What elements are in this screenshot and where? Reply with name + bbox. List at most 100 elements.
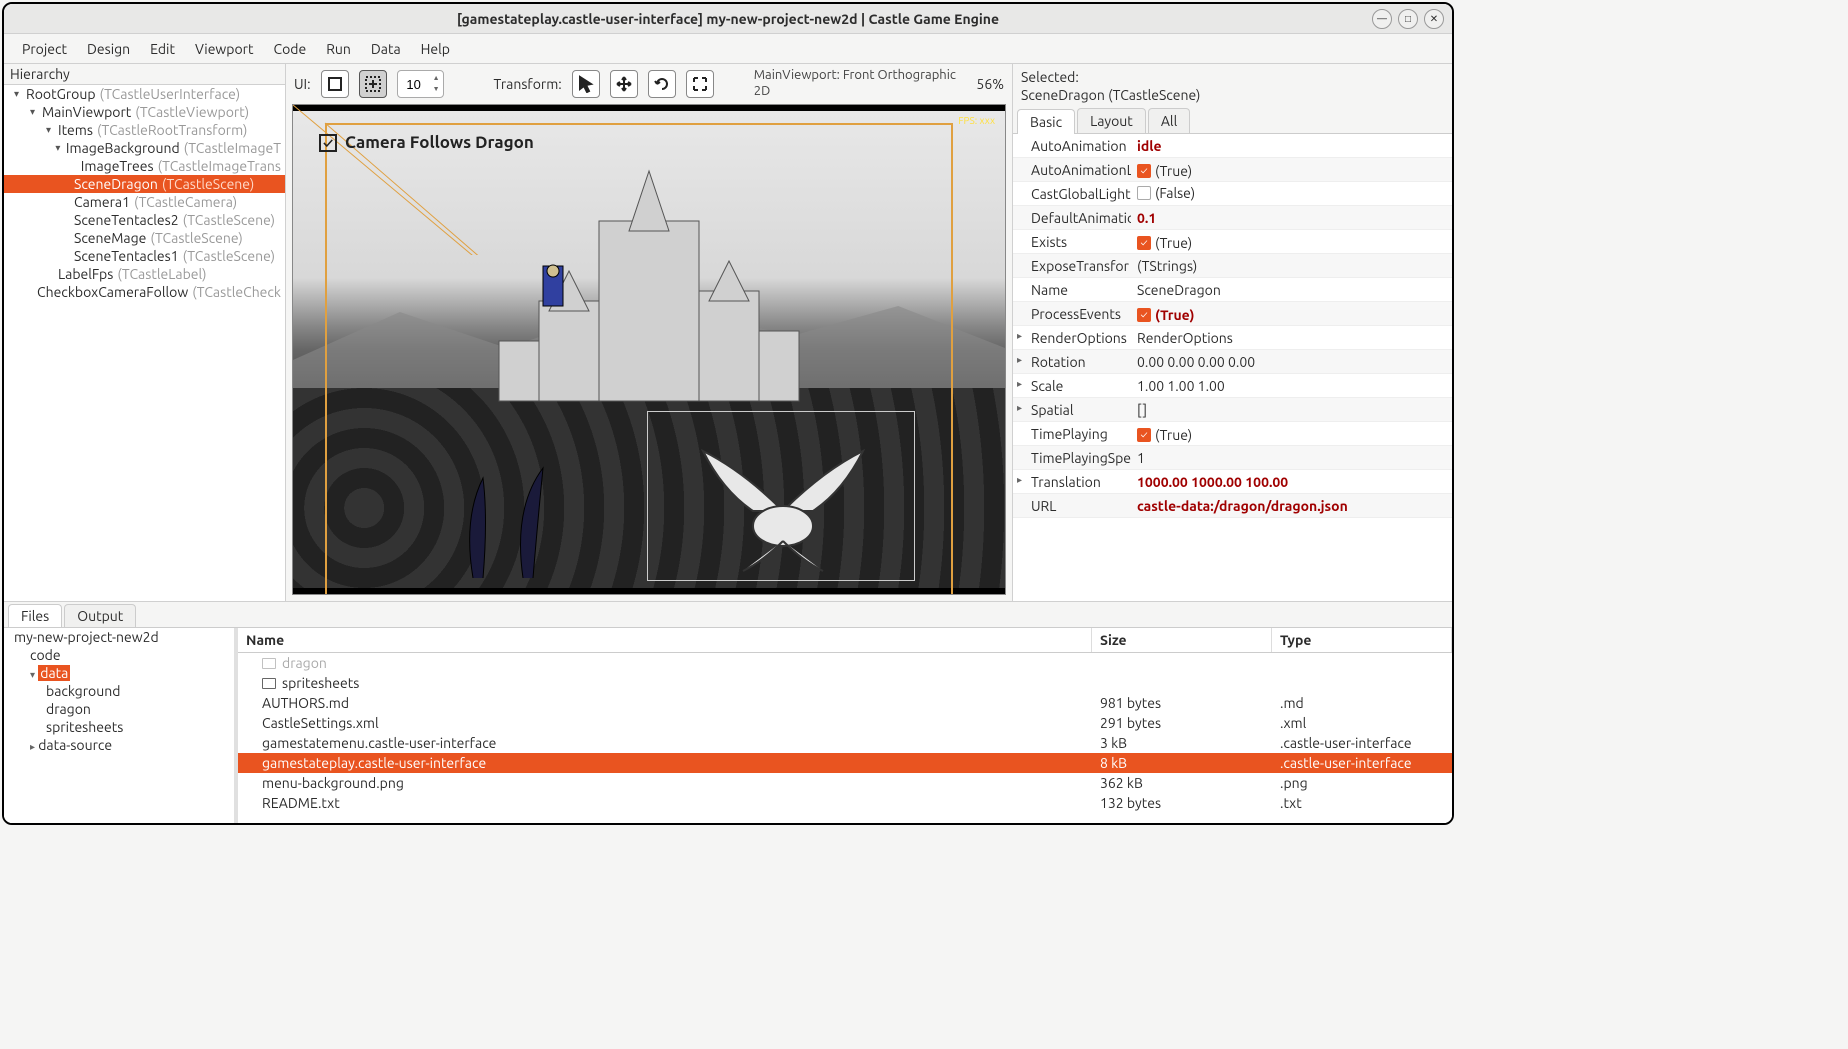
prop-exposetransfor[interactable]: ExposeTransfor(TStrings)	[1013, 254, 1452, 278]
fps-label: FPS: xxx	[958, 115, 995, 126]
col-type[interactable]: Type	[1272, 628, 1452, 652]
prop-autoanimation[interactable]: AutoAnimationidle	[1013, 134, 1452, 158]
menu-viewport[interactable]: Viewport	[185, 37, 264, 61]
hierarchy-panel: Hierarchy ▾RootGroup(TCastleUserInterfac…	[4, 64, 286, 601]
menu-code[interactable]: Code	[264, 37, 317, 61]
prop-autoanimationl[interactable]: AutoAnimationL✓ (True)	[1013, 158, 1452, 182]
rotate-tool[interactable]	[648, 70, 676, 98]
hierarchy-item-camera1[interactable]: Camera1(TCastleCamera)	[4, 193, 285, 211]
bottom-tabs: FilesOutput	[4, 602, 1452, 627]
dragon-bounds-box	[647, 411, 915, 581]
minimize-button[interactable]: —	[1372, 9, 1392, 29]
menu-design[interactable]: Design	[77, 37, 140, 61]
inspector-tab-basic[interactable]: Basic	[1017, 109, 1075, 134]
viewport-toolbar: UI: ▲▼ Transform:	[286, 64, 1012, 104]
file-spritesheets[interactable]: spritesheets	[238, 673, 1452, 693]
prop-timeplayingspe[interactable]: TimePlayingSpe1	[1013, 446, 1452, 470]
col-size[interactable]: Size	[1092, 628, 1272, 652]
hierarchy-item-scenetentacles2[interactable]: SceneTentacles2(TCastleScene)	[4, 211, 285, 229]
property-grid: AutoAnimationidleAutoAnimationL✓ (True)C…	[1013, 134, 1452, 601]
file-authors.md[interactable]: AUTHORS.md981 bytes.md	[238, 693, 1452, 713]
inspector-panel: Selected: SceneDragon (TCastleScene) Bas…	[1012, 64, 1452, 601]
file-list: Name Size Type dragonspritesheetsAUTHORS…	[238, 628, 1452, 823]
center-panel: UI: ▲▼ Transform:	[286, 64, 1012, 601]
snap-value-spinner[interactable]: ▲▼	[397, 70, 444, 98]
prop-translation[interactable]: Translation1000.00 1000.00 100.00	[1013, 470, 1452, 494]
camera-follow-checkbox[interactable]: ✓ Camera Follows Dragon	[319, 133, 534, 152]
file-castlesettings.xml[interactable]: CastleSettings.xml291 bytes.xml	[238, 713, 1452, 733]
move-icon	[615, 75, 633, 93]
spin-up[interactable]: ▲	[430, 73, 443, 84]
rotate-icon	[653, 75, 671, 93]
dir-background[interactable]: background	[4, 682, 234, 700]
hierarchy-header: Hierarchy	[4, 64, 285, 85]
hierarchy-item-imagetrees[interactable]: ImageTrees(TCastleImageTrans	[4, 157, 285, 175]
file-readme.txt[interactable]: README.txt132 bytes.txt	[238, 793, 1452, 813]
close-button[interactable]: ✕	[1424, 9, 1444, 29]
file-gamestatemenu.castle-user-interface[interactable]: gamestatemenu.castle-user-interface3 kB.…	[238, 733, 1452, 753]
hierarchy-item-rootgroup[interactable]: ▾RootGroup(TCastleUserInterface)	[4, 85, 285, 103]
prop-renderoptions[interactable]: RenderOptionsRenderOptions	[1013, 326, 1452, 350]
checkbox-icon: ✓	[319, 134, 337, 152]
bottom-tab-files[interactable]: Files	[8, 604, 62, 627]
prop-defaultanimatio[interactable]: DefaultAnimatio0.1	[1013, 206, 1452, 230]
prop-scale[interactable]: Scale1.00 1.00 1.00	[1013, 374, 1452, 398]
hierarchy-item-scenemage[interactable]: SceneMage(TCastleScene)	[4, 229, 285, 247]
select-tool[interactable]	[572, 70, 600, 98]
snap-value-input[interactable]	[398, 77, 430, 92]
file-dragon[interactable]: dragon	[238, 653, 1452, 673]
hierarchy-item-labelfps[interactable]: LabelFps(TCastleLabel)	[4, 265, 285, 283]
prop-castgloballight[interactable]: CastGlobalLight (False)	[1013, 182, 1452, 206]
window-title: [gamestateplay.castle-user-interface] my…	[457, 11, 999, 27]
hierarchy-item-checkboxcamerafollow[interactable]: CheckboxCameraFollow(TCastleCheck	[4, 283, 285, 301]
col-name[interactable]: Name	[238, 628, 1092, 652]
prop-spatial[interactable]: Spatial[]	[1013, 398, 1452, 422]
dir-data[interactable]: ▾ data	[4, 664, 234, 682]
prop-rotation[interactable]: Rotation0.00 0.00 0.00 0.00	[1013, 350, 1452, 374]
viewport[interactable]: ✓ Camera Follows Dragon FPS: xxx	[292, 104, 1006, 595]
hierarchy-item-scenedragon[interactable]: SceneDragon(TCastleScene)	[4, 175, 285, 193]
prop-url[interactable]: URLcastle-data:/dragon/dragon.json	[1013, 494, 1452, 518]
dir-code[interactable]: code	[4, 646, 234, 664]
dir-spritesheets[interactable]: spritesheets	[4, 718, 234, 736]
ui-rect-tool[interactable]	[321, 70, 349, 98]
dir-my-new-project-new2d[interactable]: my-new-project-new2d	[4, 628, 234, 646]
ui-label: UI:	[294, 76, 311, 92]
inspector-tab-layout[interactable]: Layout	[1077, 108, 1146, 133]
menu-data[interactable]: Data	[361, 37, 411, 61]
bottom-tab-output[interactable]: Output	[64, 604, 136, 627]
menu-project[interactable]: Project	[12, 37, 77, 61]
hierarchy-item-mainviewport[interactable]: ▾MainViewport(TCastleViewport)	[4, 103, 285, 121]
inspector-tab-all[interactable]: All	[1148, 108, 1190, 133]
move-tool[interactable]	[610, 70, 638, 98]
file-gamestateplay.castle-user-interface[interactable]: gamestateplay.castle-user-interface8 kB.…	[238, 753, 1452, 773]
scale-icon	[691, 75, 709, 93]
viewport-info: MainViewport: Front Orthographic 2D	[754, 68, 956, 99]
menubar: ProjectDesignEditViewportCodeRunDataHelp	[4, 34, 1452, 64]
hierarchy-item-scenetentacles1[interactable]: SceneTentacles1(TCastleScene)	[4, 247, 285, 265]
menu-edit[interactable]: Edit	[140, 37, 185, 61]
prop-processevents[interactable]: ProcessEvents✓ (True)	[1013, 302, 1452, 326]
prop-exists[interactable]: Exists✓ (True)	[1013, 230, 1452, 254]
prop-name[interactable]: NameSceneDragon	[1013, 278, 1452, 302]
snap-icon	[364, 75, 382, 93]
bottom-panel: FilesOutput my-new-project-new2dcode▾ da…	[4, 601, 1452, 823]
menu-help[interactable]: Help	[411, 37, 460, 61]
file-menu-background.png[interactable]: menu-background.png362 kB.png	[238, 773, 1452, 793]
ui-snap-tool[interactable]	[359, 70, 387, 98]
transform-label: Transform:	[494, 76, 562, 92]
inspector-header: Selected: SceneDragon (TCastleScene)	[1013, 64, 1452, 108]
scale-tool[interactable]	[686, 70, 714, 98]
dir-data-source[interactable]: ▸ data-source	[4, 736, 234, 754]
zoom-label: 56%	[976, 76, 1004, 92]
menu-run[interactable]: Run	[316, 37, 361, 61]
app-window: [gamestateplay.castle-user-interface] my…	[2, 2, 1454, 825]
spin-down[interactable]: ▼	[430, 84, 443, 95]
folder-icon	[262, 678, 276, 689]
dir-dragon[interactable]: dragon	[4, 700, 234, 718]
hierarchy-item-items[interactable]: ▾Items(TCastleRootTransform)	[4, 121, 285, 139]
titlebar: [gamestateplay.castle-user-interface] my…	[4, 4, 1452, 34]
hierarchy-item-imagebackground[interactable]: ▾ImageBackground(TCastleImageT	[4, 139, 285, 157]
prop-timeplaying[interactable]: TimePlaying✓ (True)	[1013, 422, 1452, 446]
maximize-button[interactable]: □	[1398, 9, 1418, 29]
